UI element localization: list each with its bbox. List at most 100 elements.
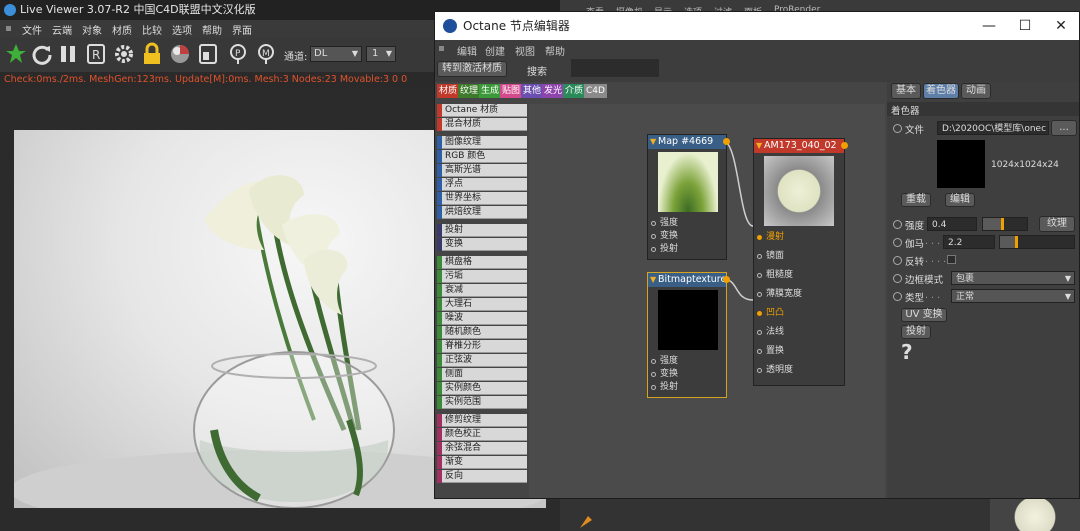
- start-render-icon[interactable]: [4, 42, 28, 66]
- node-list-item[interactable]: 棋盘格: [437, 256, 527, 269]
- node-list-item[interactable]: 世界坐标: [437, 192, 527, 205]
- node-list-item[interactable]: 脊椎分形: [437, 340, 527, 353]
- port-displacement[interactable]: 置换: [754, 345, 844, 358]
- close-button[interactable]: ✕: [1043, 12, 1079, 40]
- channel-select[interactable]: DL ▼: [310, 46, 362, 62]
- menu-object[interactable]: 对象: [82, 22, 102, 37]
- invert-checkbox[interactable]: [947, 255, 956, 264]
- type-select[interactable]: 正常 ▼: [951, 289, 1075, 303]
- output-port[interactable]: [723, 138, 730, 145]
- invert-animate-radio[interactable]: [893, 256, 902, 265]
- node-list-item[interactable]: 随机颜色: [437, 326, 527, 339]
- port-power[interactable]: 强度: [648, 217, 726, 230]
- port-transform[interactable]: 变换: [648, 368, 726, 381]
- restart-icon[interactable]: [30, 42, 54, 66]
- node-list-item[interactable]: 实例颜色: [437, 382, 527, 395]
- menu-edit[interactable]: 编辑: [457, 43, 477, 58]
- gamma-animate-radio[interactable]: [893, 238, 902, 247]
- border-mode-animate-radio[interactable]: [893, 274, 902, 283]
- region-render-icon[interactable]: R: [84, 42, 108, 66]
- category-texture[interactable]: 纹理: [458, 84, 481, 98]
- go-to-active-material-button[interactable]: 转到激活材质: [437, 61, 507, 77]
- brush-tool-icon[interactable]: [576, 508, 598, 530]
- port-normal[interactable]: 法线: [754, 326, 844, 339]
- browse-file-button[interactable]: ...: [1051, 120, 1077, 136]
- category-generate[interactable]: 生成: [479, 84, 502, 98]
- node-graph-canvas[interactable]: ▼ Map #4669 强度 变换 投射 ▼ Bitmaptexture 强度 变换…: [529, 104, 885, 498]
- search-input[interactable]: [571, 59, 659, 77]
- menu-options[interactable]: 选项: [172, 22, 192, 37]
- port-opacity[interactable]: 透明度: [754, 364, 844, 377]
- node-list-item[interactable]: 实例范围: [437, 396, 527, 409]
- output-port[interactable]: [841, 142, 848, 149]
- category-emission[interactable]: 发光: [542, 84, 565, 98]
- port-projection[interactable]: 投射: [648, 243, 726, 256]
- pause-icon[interactable]: [56, 42, 80, 66]
- bitmaptexture-node[interactable]: ▼ Bitmaptexture 强度 变换 投射: [647, 272, 730, 398]
- node-list-item[interactable]: 变换: [437, 238, 527, 251]
- node-list-item[interactable]: 浮点: [437, 178, 527, 191]
- menu-view[interactable]: 视图: [515, 43, 535, 58]
- node-list-item[interactable]: 污垢: [437, 270, 527, 283]
- category-other[interactable]: 其他: [521, 84, 544, 98]
- clay-mode-icon[interactable]: [196, 42, 220, 66]
- power-animate-radio[interactable]: [893, 220, 902, 229]
- menu-material[interactable]: 材质: [112, 22, 132, 37]
- pass-select[interactable]: 1 ▼: [366, 46, 396, 62]
- port-film-width[interactable]: 薄膜宽度: [754, 288, 844, 301]
- power-input[interactable]: 0.4: [927, 217, 977, 231]
- file-animate-radio[interactable]: [893, 124, 902, 133]
- category-c4d[interactable]: C4D: [584, 84, 607, 98]
- menu-file[interactable]: 文件: [22, 22, 42, 37]
- port-bump[interactable]: 凹凸: [754, 307, 844, 320]
- uv-transform-button[interactable]: UV 变换: [901, 308, 947, 322]
- maximize-button[interactable]: ☐: [1007, 12, 1043, 40]
- node-list-item[interactable]: RGB 颜色: [437, 150, 527, 163]
- help-icon[interactable]: ?: [901, 340, 913, 364]
- node-list-item[interactable]: Octane 材质: [437, 104, 527, 117]
- node-list-item[interactable]: 渐变: [437, 456, 527, 469]
- node-list-item[interactable]: 噪波: [437, 312, 527, 325]
- minimize-button[interactable]: —: [971, 12, 1007, 40]
- output-port[interactable]: [723, 276, 730, 283]
- node-list-item[interactable]: 投射: [437, 224, 527, 237]
- node-list-item[interactable]: 高斯光谱: [437, 164, 527, 177]
- power-slider-handle[interactable]: [1000, 218, 1004, 230]
- node-list-item[interactable]: 侧面: [437, 368, 527, 381]
- port-roughness[interactable]: 粗糙度: [754, 269, 844, 282]
- power-slider[interactable]: [982, 217, 1028, 231]
- port-specular[interactable]: 镜面: [754, 250, 844, 263]
- node-list-item[interactable]: 反向: [437, 470, 527, 483]
- type-animate-radio[interactable]: [893, 292, 902, 301]
- port-power[interactable]: 强度: [648, 355, 726, 368]
- lock-icon[interactable]: [140, 42, 164, 66]
- texture-button[interactable]: 纹理: [1039, 216, 1075, 232]
- edit-button[interactable]: 编辑: [945, 193, 975, 207]
- projection-button[interactable]: 投射: [901, 325, 931, 339]
- gamma-slider-handle[interactable]: [1014, 236, 1018, 248]
- node-list-item[interactable]: 混合材质: [437, 118, 527, 131]
- material-ball-icon[interactable]: [168, 42, 192, 66]
- menu-interface[interactable]: 界面: [232, 22, 252, 37]
- settings-gear-icon[interactable]: [112, 42, 136, 66]
- map-node[interactable]: ▼ Map #4669 强度 变换 投射: [647, 134, 730, 260]
- menu-help[interactable]: 帮助: [545, 43, 565, 58]
- material-node[interactable]: ▼ AM173_040_02 漫射 镜面 粗糙度 薄膜宽度 凹凸 法线 置换 透明…: [753, 138, 848, 386]
- node-list-item[interactable]: 图像纹理: [437, 136, 527, 149]
- category-material[interactable]: 材质: [437, 84, 460, 98]
- pick-focus-icon[interactable]: P: [226, 42, 250, 66]
- node-list-item[interactable]: 衰减: [437, 284, 527, 297]
- pick-material-icon[interactable]: M: [254, 42, 278, 66]
- category-map[interactable]: 贴图: [500, 84, 523, 98]
- node-list-item[interactable]: 颜色校正: [437, 428, 527, 441]
- file-path-field[interactable]: D:\2020OC\模型库\onec: [937, 121, 1049, 135]
- reload-button[interactable]: 重载: [901, 193, 931, 207]
- port-diffuse[interactable]: 漫射: [754, 231, 844, 244]
- menu-help[interactable]: 帮助: [202, 22, 222, 37]
- port-projection[interactable]: 投射: [648, 381, 726, 394]
- node-list-item[interactable]: 正弦波: [437, 354, 527, 367]
- node-list-item[interactable]: 烘焙纹理: [437, 206, 527, 219]
- port-transform[interactable]: 变换: [648, 230, 726, 243]
- tab-shader[interactable]: 着色器: [923, 83, 959, 99]
- gamma-slider[interactable]: [999, 235, 1075, 249]
